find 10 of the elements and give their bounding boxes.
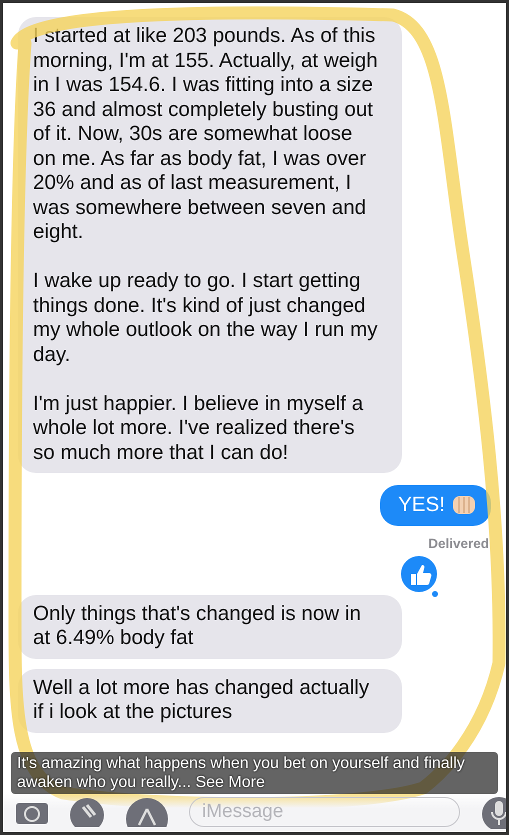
see-more-link[interactable]: See More — [195, 774, 265, 791]
message-text: Only things that's changed is now in at 6.49% body fat — [33, 602, 362, 650]
message-text: I'm just happier. I believe in myself a whole lot more. I've realized there's so much more that I can do! — [33, 392, 364, 465]
message-text: YES! — [398, 493, 445, 518]
message-text: I wake up ready to go. I start getting things done. It's kind of just changed my whole outlook on the way I run my day. — [33, 269, 379, 367]
message-text: I started at like 203 pounds. As of this morning, I'm at 155. Actually, at weigh in I was 154.6. I was fitting into a size 36 and almost completely busting out of it. Now, 30s are somewhat loose on me. As far as body fat, I was over 20% and as of last measurement, I was somewhere between seven and eight. — [33, 24, 379, 244]
video-caption: It's amazing what happens when you bet on yourself and finally awaken who you really... See More — [11, 752, 498, 794]
delivery-status: Delivered — [428, 536, 489, 550]
message-text: Well a lot more has changed actually if i look at the pictures — [33, 676, 370, 724]
message-field[interactable]: iMessage — [189, 797, 460, 827]
